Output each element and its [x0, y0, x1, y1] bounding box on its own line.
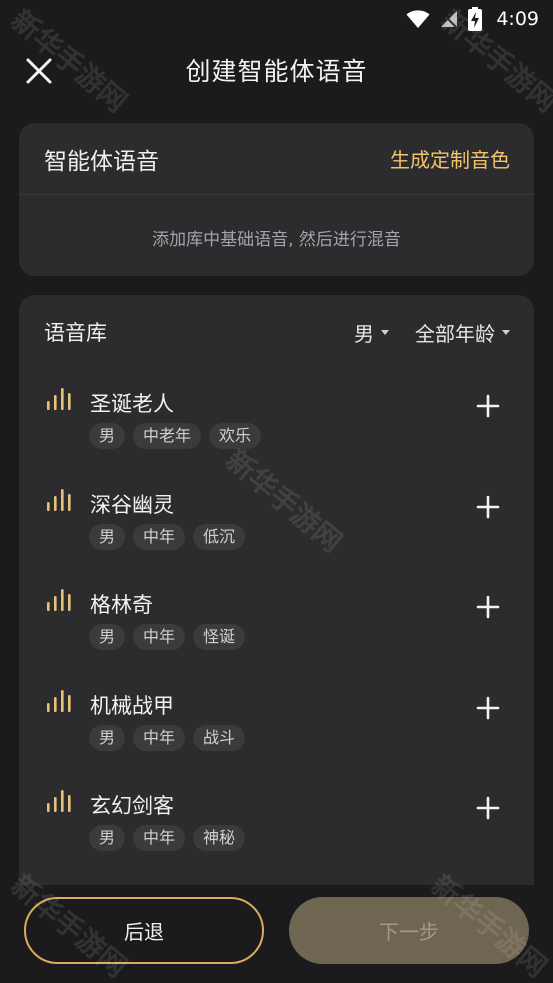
tag: 中年	[133, 825, 186, 851]
tag: 男	[89, 523, 126, 550]
voice-library-header: 语音库 男 全部年龄	[19, 295, 534, 369]
caret-down-icon	[381, 329, 389, 335]
sound-bars-icon[interactable]	[46, 387, 74, 411]
tag: 男	[89, 423, 126, 449]
add-voice-button[interactable]	[473, 592, 503, 622]
status-time: 4:09	[496, 8, 539, 30]
voice-name: 玄幻剑客	[90, 794, 174, 818]
voice-list: 圣诞老人 男 中老年 欢乐 深谷幽灵 男 中年 低沉 格林奇 男 中年 怪诞 机…	[19, 369, 534, 872]
plus-icon	[476, 796, 500, 820]
sound-bars-icon[interactable]	[46, 588, 74, 612]
tag: 中老年	[133, 423, 202, 449]
agent-voice-card: 智能体语音 生成定制音色 添加库中基础语音, 然后进行混音	[19, 123, 534, 276]
voice-name: 圣诞老人	[90, 392, 174, 416]
age-filter[interactable]: 全部年龄	[415, 318, 510, 347]
close-icon	[26, 58, 52, 84]
no-signal-icon	[440, 11, 459, 29]
voice-tags: 男 中年 低沉	[89, 523, 246, 550]
tag: 中年	[133, 624, 186, 650]
battery-charging-icon	[468, 7, 483, 31]
tag: 战斗	[193, 724, 246, 751]
voice-tags: 男 中老年 欢乐	[89, 423, 262, 449]
add-voice-button[interactable]	[473, 693, 503, 723]
tag: 男	[89, 624, 126, 650]
plus-icon	[476, 696, 500, 719]
generate-custom-voice-link[interactable]: 生成定制音色	[390, 144, 510, 173]
add-voice-button[interactable]	[473, 793, 503, 823]
footer: 后退 下一步	[0, 885, 553, 983]
list-item[interactable]: 机械战甲 男 中年 战斗	[19, 671, 534, 772]
plus-icon	[476, 394, 500, 418]
list-item[interactable]: 玄幻剑客 男 中年 神秘	[19, 771, 534, 872]
list-item[interactable]: 深谷幽灵 男 中年 低沉	[19, 470, 534, 571]
age-filter-value: 全部年龄	[415, 321, 495, 346]
caret-down-icon	[502, 329, 510, 335]
page-title: 创建智能体语音	[185, 57, 368, 86]
tag: 神秘	[193, 825, 246, 851]
voice-library-label: 语音库	[44, 321, 107, 345]
agent-voice-row: 智能体语音 生成定制音色	[19, 123, 534, 195]
gender-filter-value: 男	[354, 321, 374, 346]
tag: 男	[89, 724, 126, 751]
voice-tags: 男 中年 战斗	[89, 724, 246, 751]
plus-icon	[476, 595, 500, 619]
close-button[interactable]	[22, 54, 56, 88]
tag: 中年	[133, 724, 186, 751]
back-button[interactable]: 后退	[24, 897, 264, 964]
wifi-icon	[406, 10, 430, 28]
agent-voice-label: 智能体语音	[44, 148, 159, 175]
voice-library-card: 语音库 男 全部年龄 圣诞老人 男 中老年 欢乐 深谷幽灵 男 中年 低沉 格林…	[19, 295, 534, 885]
tag: 低沉	[193, 523, 246, 550]
mix-hint: 添加库中基础语音, 然后进行混音	[152, 230, 401, 250]
tag: 怪诞	[193, 624, 246, 650]
list-item[interactable]: 格林奇 男 中年 怪诞	[19, 570, 534, 671]
voice-name: 格林奇	[90, 593, 153, 617]
header: 创建智能体语音	[0, 40, 553, 100]
tag: 欢乐	[209, 423, 262, 449]
sound-bars-icon[interactable]	[46, 789, 74, 813]
next-button[interactable]: 下一步	[289, 897, 529, 964]
sound-bars-icon[interactable]	[46, 488, 74, 512]
add-voice-button[interactable]	[473, 391, 503, 421]
voice-name: 深谷幽灵	[90, 492, 174, 517]
add-voice-button[interactable]	[473, 492, 503, 522]
voice-tags: 男 中年 怪诞	[89, 624, 246, 650]
sound-bars-icon[interactable]	[46, 689, 74, 713]
list-item[interactable]: 圣诞老人 男 中老年 欢乐	[19, 369, 534, 470]
tag: 男	[89, 825, 126, 851]
tag: 中年	[133, 523, 186, 550]
voice-name: 机械战甲	[90, 693, 174, 718]
filters: 男 全部年龄	[354, 318, 510, 347]
plus-icon	[476, 495, 500, 518]
voice-tags: 男 中年 神秘	[89, 825, 246, 851]
gender-filter[interactable]: 男	[354, 318, 389, 347]
status-bar: 4:09	[0, 0, 553, 38]
